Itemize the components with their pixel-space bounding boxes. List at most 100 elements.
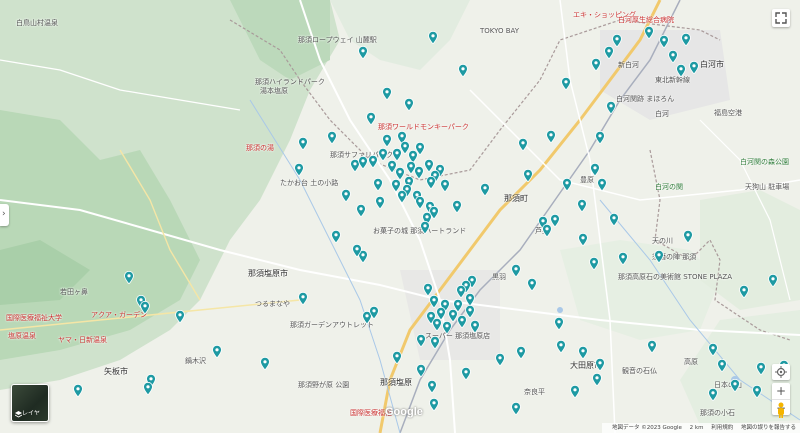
- map-marker-pin[interactable]: [416, 334, 426, 347]
- map-marker-pin[interactable]: [516, 346, 526, 359]
- map-marker-pin[interactable]: [644, 26, 654, 39]
- map-marker-pin[interactable]: [416, 364, 426, 377]
- map-marker-pin[interactable]: [578, 233, 588, 246]
- map-marker-pin[interactable]: [414, 166, 424, 179]
- map-marker-pin[interactable]: [427, 380, 437, 393]
- map-marker-pin[interactable]: [327, 131, 337, 144]
- map-marker-pin[interactable]: [752, 385, 762, 398]
- map-marker-pin[interactable]: [341, 189, 351, 202]
- map-marker-pin[interactable]: [527, 278, 537, 291]
- map-marker-pin[interactable]: [578, 346, 588, 359]
- map-marker-pin[interactable]: [331, 230, 341, 243]
- map-marker-pin[interactable]: [595, 358, 605, 371]
- map-marker-pin[interactable]: [124, 271, 134, 284]
- map-marker-pin[interactable]: [768, 274, 778, 287]
- map-marker-pin[interactable]: [369, 306, 379, 319]
- map-marker-pin[interactable]: [683, 230, 693, 243]
- map-marker-pin[interactable]: [562, 178, 572, 191]
- map-marker-pin[interactable]: [294, 163, 304, 176]
- map-marker-pin[interactable]: [523, 169, 533, 182]
- map-marker-pin[interactable]: [452, 200, 462, 213]
- map-marker-pin[interactable]: [366, 112, 376, 125]
- map-marker-pin[interactable]: [561, 77, 571, 90]
- map-marker-pin[interactable]: [681, 33, 691, 46]
- map-marker-pin[interactable]: [739, 285, 749, 298]
- map-marker-pin[interactable]: [589, 257, 599, 270]
- map-marker-pin[interactable]: [518, 138, 528, 151]
- map-marker-pin[interactable]: [495, 353, 505, 366]
- map-marker-pin[interactable]: [592, 373, 602, 386]
- map-marker-pin[interactable]: [590, 163, 600, 176]
- layer-button[interactable]: レイヤ: [11, 384, 49, 422]
- map-marker-pin[interactable]: [556, 340, 566, 353]
- map-marker-pin[interactable]: [404, 98, 414, 111]
- map-marker-pin[interactable]: [618, 252, 628, 265]
- map-marker-pin[interactable]: [668, 50, 678, 63]
- map-marker-pin[interactable]: [511, 264, 521, 277]
- map-marker-pin[interactable]: [542, 224, 552, 237]
- map-marker-pin[interactable]: [577, 199, 587, 212]
- map-marker-pin[interactable]: [689, 61, 699, 74]
- side-panel-toggle[interactable]: ›: [0, 204, 9, 226]
- map-marker-pin[interactable]: [260, 357, 270, 370]
- map-marker-pin[interactable]: [298, 292, 308, 305]
- map-marker-pin[interactable]: [382, 87, 392, 100]
- map-marker-pin[interactable]: [426, 176, 436, 189]
- map-marker-pin[interactable]: [606, 101, 616, 114]
- map-marker-pin[interactable]: [430, 336, 440, 349]
- map-marker-pin[interactable]: [212, 345, 222, 358]
- map-marker-pin[interactable]: [756, 362, 766, 375]
- map-marker-pin[interactable]: [358, 46, 368, 59]
- map-marker-pin[interactable]: [429, 206, 439, 219]
- terms-link[interactable]: 利用規約: [711, 425, 733, 431]
- map-marker-pin[interactable]: [140, 301, 150, 314]
- map-marker-pin[interactable]: [432, 318, 442, 331]
- map-marker-pin[interactable]: [298, 137, 308, 150]
- map-marker-pin[interactable]: [175, 310, 185, 323]
- map-canvas[interactable]: 白鳥山村温泉 那須ロープウェイ 山麓駅 TOKYO BAY エキ・ショッピング 白河厚生…: [0, 0, 800, 433]
- map-marker-pin[interactable]: [591, 58, 601, 71]
- map-marker-pin[interactable]: [659, 35, 669, 48]
- map-marker-pin[interactable]: [358, 156, 368, 169]
- map-marker-pin[interactable]: [461, 367, 471, 380]
- map-marker-pin[interactable]: [480, 183, 490, 196]
- map-marker-pin[interactable]: [382, 134, 392, 147]
- map-marker-pin[interactable]: [708, 343, 718, 356]
- map-marker-pin[interactable]: [420, 221, 430, 234]
- map-marker-pin[interactable]: [440, 179, 450, 192]
- my-location-button[interactable]: [772, 364, 790, 380]
- map-marker-pin[interactable]: [654, 250, 664, 263]
- map-marker-pin[interactable]: [570, 385, 580, 398]
- map-marker-pin[interactable]: [597, 178, 607, 191]
- map-marker-pin[interactable]: [457, 315, 467, 328]
- map-marker-pin[interactable]: [604, 46, 614, 59]
- map-marker-pin[interactable]: [73, 384, 83, 397]
- map-marker-pin[interactable]: [392, 351, 402, 364]
- map-marker-pin[interactable]: [730, 379, 740, 392]
- map-marker-pin[interactable]: [708, 388, 718, 401]
- map-marker-pin[interactable]: [546, 130, 556, 143]
- map-marker-pin[interactable]: [442, 321, 452, 334]
- map-marker-pin[interactable]: [458, 64, 468, 77]
- map-marker-pin[interactable]: [676, 64, 686, 77]
- map-marker-pin[interactable]: [428, 31, 438, 44]
- map-marker-pin[interactable]: [356, 204, 366, 217]
- map-marker-pin[interactable]: [373, 178, 383, 191]
- map-marker-pin[interactable]: [368, 155, 378, 168]
- fullscreen-button[interactable]: [772, 9, 790, 27]
- map-marker-pin[interactable]: [717, 359, 727, 372]
- map-marker-pin[interactable]: [470, 320, 480, 333]
- map-marker-pin[interactable]: [595, 131, 605, 144]
- map-marker-pin[interactable]: [352, 244, 362, 257]
- map-marker-pin[interactable]: [554, 317, 564, 330]
- zoom-in-button[interactable]: +: [772, 383, 790, 399]
- map-marker-pin[interactable]: [612, 34, 622, 47]
- map-marker-pin[interactable]: [375, 196, 385, 209]
- map-marker-pin[interactable]: [429, 398, 439, 411]
- report-error-link[interactable]: 地図の誤りを報告する: [741, 425, 796, 431]
- map-marker-pin[interactable]: [647, 340, 657, 353]
- map-marker-pin[interactable]: [397, 190, 407, 203]
- map-marker-pin[interactable]: [415, 196, 425, 209]
- map-marker-pin[interactable]: [609, 213, 619, 226]
- pegman-icon[interactable]: [775, 402, 787, 418]
